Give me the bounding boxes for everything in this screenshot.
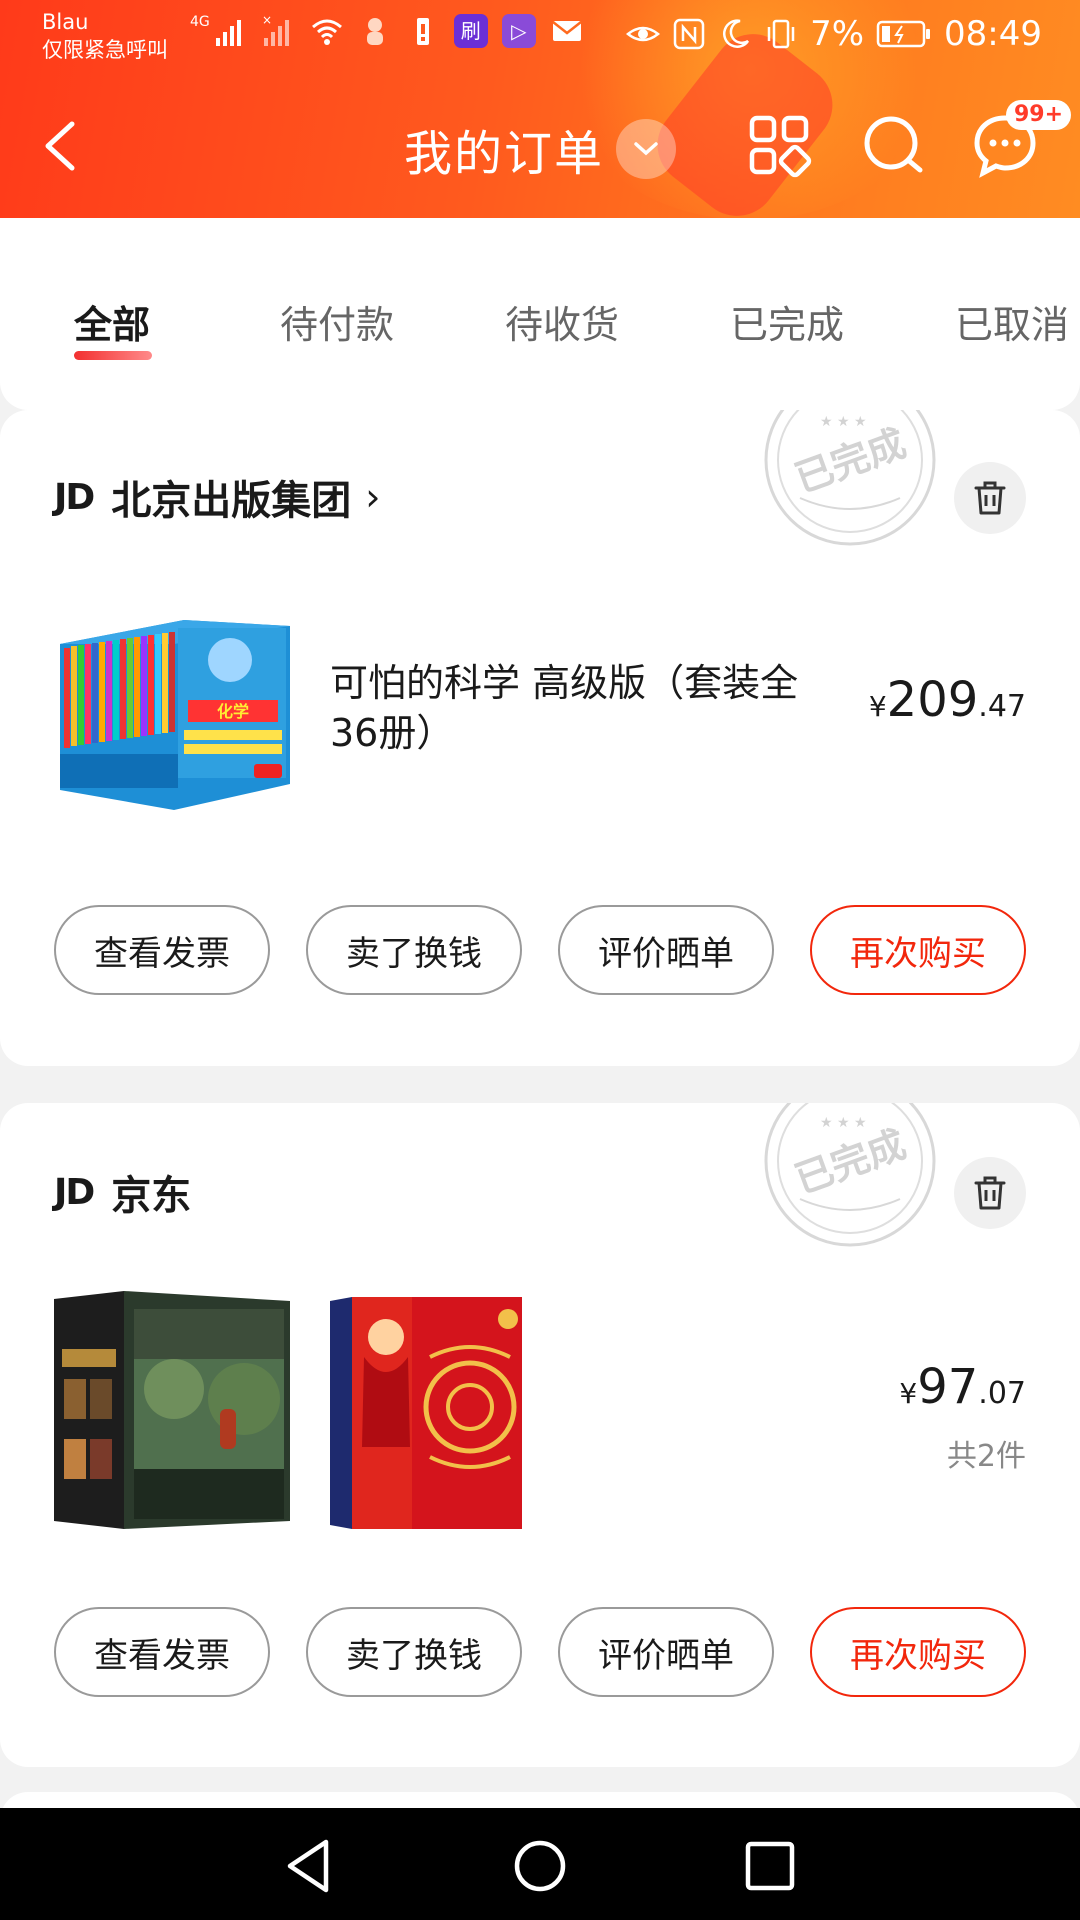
trash-icon (974, 1176, 1006, 1210)
tab-completed[interactable]: 已完成 (730, 294, 844, 349)
product-image[interactable]: 化学 (54, 614, 294, 812)
svg-text:化学: 化学 (217, 702, 249, 721)
price-currency: ¥ (899, 1377, 918, 1410)
order-card[interactable]: JD 京东 已完成 ★ ★ ★ ¥97.07 共2件 查看发票 卖了换钱 评价晒… (0, 1103, 1080, 1767)
jd-logo: JD (54, 1171, 95, 1213)
battery-alert-icon (416, 18, 429, 45)
tab-pending-receipt[interactable]: 待收货 (505, 294, 619, 349)
review-button[interactable]: 评价晒单 (558, 1607, 774, 1697)
emergency-only-text: 仅限紧急呼叫 (42, 38, 168, 62)
clock: 08:49 (944, 14, 1042, 54)
shop-name: 北京出版集团 (111, 478, 352, 524)
price-decimal: .47 (978, 689, 1026, 724)
delete-order-button[interactable] (954, 1157, 1026, 1229)
price-decimal: .07 (978, 1376, 1026, 1411)
network-type-label: 4G (190, 14, 210, 30)
product-title[interactable]: 可怕的科学 高级版（套装全36册） (330, 658, 830, 758)
item-count: 共2件 (946, 1439, 1026, 1474)
product-image[interactable] (54, 1289, 294, 1533)
price-integer: 209 (886, 672, 979, 728)
tab-cancelled[interactable]: 已取消 (955, 294, 1069, 349)
svg-text:★ ★ ★: ★ ★ ★ (820, 414, 867, 430)
active-tab-indicator (74, 351, 152, 360)
title-dropdown[interactable]: 我的订单 (404, 114, 677, 184)
message-badge: 99+ (1006, 100, 1072, 130)
delete-order-button[interactable] (954, 462, 1026, 534)
shop-header[interactable]: JD 京东 (54, 1163, 191, 1221)
recents-square-icon[interactable] (740, 1836, 800, 1896)
nav-bar: 我的订单 99+ (0, 100, 1080, 190)
buy-again-button[interactable]: 再次购买 (810, 905, 1026, 995)
mail-icon (551, 21, 582, 41)
chevron-down-icon (616, 119, 677, 179)
signal-no-service-icon: × (262, 14, 289, 46)
battery-icon (876, 20, 931, 48)
home-circle-icon[interactable] (510, 1836, 570, 1896)
category-grid-icon[interactable] (746, 112, 812, 178)
sell-for-cash-button[interactable]: 卖了换钱 (306, 905, 522, 995)
product-image[interactable] (330, 1297, 528, 1529)
signal-icon (215, 20, 241, 46)
order-price: ¥209.47 (869, 672, 1026, 728)
status-bar: Blau 仅限紧急呼叫 4G × 刷 ▷ 7% 08:49 (0, 0, 1080, 70)
tab-pending-payment[interactable]: 待付款 (280, 294, 394, 349)
wifi-icon (311, 19, 342, 45)
order-card[interactable]: JD 北京出版集团 › 已完成 ★ ★ ★ 化学 可怕的科学 高级版（套装全36… (0, 410, 1080, 1066)
back-arrow-icon[interactable] (38, 118, 88, 174)
buy-again-button[interactable]: 再次购买 (810, 1607, 1026, 1697)
tab-all[interactable]: 全部 (74, 294, 150, 349)
carrier-name: Blau (42, 10, 89, 34)
header: Blau 仅限紧急呼叫 4G × 刷 ▷ 7% 08:49 我的订单 99+ (0, 0, 1080, 218)
video-app-icon: ▷ (501, 14, 536, 48)
svg-text:★ ★ ★: ★ ★ ★ (820, 1115, 867, 1131)
stamp-text: 已完成 (789, 1122, 911, 1202)
svg-text:×: × (262, 14, 272, 27)
battery-percent: 7% (810, 14, 865, 54)
carrier-info: Blau 仅限紧急呼叫 (42, 8, 168, 64)
completed-stamp: 已完成 ★ ★ ★ (764, 410, 936, 546)
back-triangle-icon[interactable] (280, 1836, 340, 1896)
shop-header[interactable]: JD 北京出版集团 › (54, 468, 380, 526)
order-price: ¥97.07 (899, 1359, 1026, 1415)
status-icons-right: 7% 08:49 (626, 14, 1042, 54)
vibrate-icon (767, 19, 795, 49)
eye-icon (626, 26, 661, 42)
completed-stamp: 已完成 ★ ★ ★ (764, 1103, 936, 1247)
shop-name: 京东 (111, 1173, 192, 1219)
chevron-right-icon: › (365, 475, 381, 519)
nfc-icon (673, 18, 705, 50)
app-notification-icon (366, 18, 383, 45)
review-button[interactable]: 评价晒单 (558, 905, 774, 995)
system-navigation-bar (0, 1808, 1080, 1920)
status-icons-left: 4G × 刷 ▷ (190, 14, 584, 48)
view-invoice-button[interactable]: 查看发票 (54, 905, 270, 995)
moon-icon (723, 19, 750, 48)
trash-icon (974, 481, 1006, 515)
sell-for-cash-button[interactable]: 卖了换钱 (306, 1607, 522, 1697)
app-shortcut-icon: 刷 (453, 14, 488, 48)
search-icon[interactable] (860, 112, 926, 178)
price-integer: 97 (917, 1359, 979, 1415)
page-title: 我的订单 (404, 126, 605, 182)
stamp-text: 已完成 (789, 421, 911, 501)
price-currency: ¥ (868, 690, 887, 723)
jd-logo: JD (54, 476, 95, 518)
view-invoice-button[interactable]: 查看发票 (54, 1607, 270, 1697)
order-tabs: 全部 待付款 待收货 已完成 已取消 (0, 218, 1080, 410)
